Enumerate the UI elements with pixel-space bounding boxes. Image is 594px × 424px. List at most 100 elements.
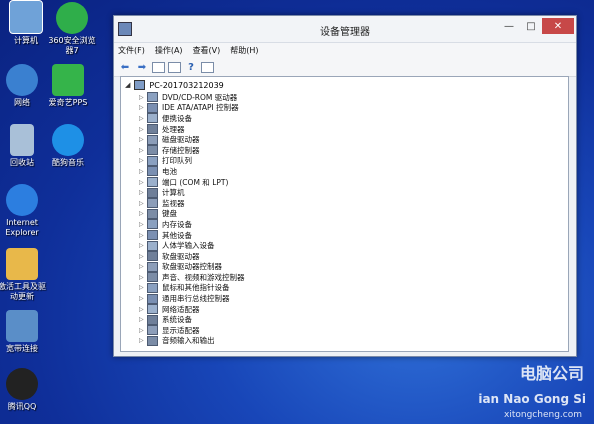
tree-item[interactable]: ▷ DVD/CD-ROM 驱动器 xyxy=(139,92,245,103)
device-manager-window: 设备管理器 — □ ✕ 文件(F) 操作(A) 查看(V) 帮助(H) ⬅ ➡ … xyxy=(113,15,577,357)
watermark-pinyin: ian Nao Gong Si xyxy=(478,392,586,406)
tree-item[interactable]: ▷ 人体学输入设备 xyxy=(139,240,245,251)
desktop-icon-kugou[interactable]: 酷狗音乐 xyxy=(42,124,94,168)
tree-item[interactable]: ▷ 键盘 xyxy=(139,208,245,220)
tree-item[interactable]: ▷ 便携设备 xyxy=(139,113,245,124)
expand-triangle-icon[interactable]: ▷ xyxy=(139,126,147,133)
tree-root[interactable]: ◢ PC-201703212039 xyxy=(125,80,224,90)
tree-item-label: 键盘 xyxy=(162,209,177,219)
expand-triangle-icon[interactable]: ▷ xyxy=(139,104,147,111)
expand-triangle-icon[interactable]: ▷ xyxy=(139,232,147,239)
activation-tool-icon xyxy=(6,248,38,280)
expand-triangle-icon[interactable]: ▷ xyxy=(139,200,147,207)
menu-action[interactable]: 操作(A) xyxy=(155,45,183,56)
desktop-icon-recycle-bin[interactable]: 回收站 xyxy=(0,124,48,168)
tree-item[interactable]: ▷ 内存设备 xyxy=(139,219,245,230)
recycle-bin-icon xyxy=(10,124,34,156)
expand-triangle-icon[interactable]: ▷ xyxy=(139,337,147,344)
expand-triangle-icon[interactable]: ▷ xyxy=(139,168,147,175)
desktop-icon-qq[interactable]: 腾讯QQ xyxy=(0,368,48,412)
expand-triangle-icon[interactable]: ▷ xyxy=(139,94,147,101)
desktop-icon-computer[interactable]: 计算机 xyxy=(0,0,52,46)
expand-triangle-icon[interactable]: ▷ xyxy=(139,221,147,228)
tree-item[interactable]: ▷ 电池 xyxy=(139,166,245,177)
tree-item-label: 处理器 xyxy=(162,124,185,134)
tree-item[interactable]: ▷ 系统设备 xyxy=(139,314,245,325)
minimize-button[interactable]: — xyxy=(498,18,520,34)
tree-item[interactable]: ▷ 通用串行总线控制器 xyxy=(139,293,245,304)
tree-item[interactable]: ▷ 鼠标和其他指针设备 xyxy=(139,282,245,294)
tree-item[interactable]: ▷ 存储控制器 xyxy=(139,145,245,156)
desktop-icon-label: 计算机 xyxy=(14,36,38,45)
expand-triangle-icon[interactable]: ▷ xyxy=(139,295,147,302)
tree-item[interactable]: ▷ 计算机 xyxy=(139,187,245,198)
tree-item[interactable]: ▷ 软盘驱动器 xyxy=(139,251,245,262)
tree-item-label: 鼠标和其他指针设备 xyxy=(162,283,230,293)
expand-triangle-icon[interactable]: ▷ xyxy=(139,284,147,291)
toolbar: ⬅ ➡ ? xyxy=(114,58,576,77)
tree-item[interactable]: ▷ 打印队列 xyxy=(139,155,245,167)
tree-item[interactable]: ▷ 软盘驱动器控制器 xyxy=(139,261,245,273)
maximize-button[interactable]: □ xyxy=(520,18,542,34)
tree-item-label: 端口 (COM 和 LPT) xyxy=(162,177,229,187)
desktop-icon-label: 360安全浏览器7 xyxy=(48,36,96,55)
menu-help[interactable]: 帮助(H) xyxy=(230,45,258,56)
menu-view[interactable]: 查看(V) xyxy=(193,45,221,56)
device-category-icon xyxy=(147,335,158,346)
desktop-icon-360-browser[interactable]: 360安全浏览器7 xyxy=(46,2,98,56)
desktop-icon-broadband[interactable]: 宽带连接 xyxy=(0,310,48,354)
back-arrow-icon[interactable]: ⬅ xyxy=(118,61,132,73)
expand-triangle-icon[interactable]: ▷ xyxy=(139,242,147,249)
expand-triangle-icon[interactable]: ▷ xyxy=(139,253,147,260)
list-view-icon[interactable] xyxy=(168,61,181,73)
expand-triangle-icon[interactable]: ▷ xyxy=(139,327,147,334)
scan-hardware-icon[interactable] xyxy=(201,61,214,73)
tree-item[interactable]: ▷ 网络适配器 xyxy=(139,304,245,315)
expand-triangle-icon[interactable]: ▷ xyxy=(139,189,147,196)
tree-item-label: 音频输入和输出 xyxy=(162,336,215,346)
computer-icon xyxy=(9,0,43,34)
title-bar[interactable]: 设备管理器 — □ ✕ xyxy=(114,16,576,43)
tree-item[interactable]: ▷ 监视器 xyxy=(139,198,245,209)
expand-triangle-icon[interactable]: ▷ xyxy=(139,210,147,217)
expand-triangle-icon[interactable]: ▷ xyxy=(139,263,147,270)
tree-item[interactable]: ▷ 声音、视频和游戏控制器 xyxy=(139,272,245,283)
desktop-icon-ie[interactable]: Internet Explorer xyxy=(0,184,48,238)
expand-triangle-icon[interactable]: ▷ xyxy=(139,115,147,122)
browser-360-icon xyxy=(56,2,88,34)
menu-file[interactable]: 文件(F) xyxy=(118,45,145,56)
expand-triangle-icon[interactable]: ▷ xyxy=(139,306,147,313)
tree-item[interactable]: ▷ 音频输入和输出 xyxy=(139,335,245,347)
device-category-icon xyxy=(147,219,158,230)
tree-item[interactable]: ▷ 端口 (COM 和 LPT) xyxy=(139,177,245,188)
network-icon xyxy=(6,64,38,96)
device-tree: ◢ PC-201703212039 ▷ DVD/CD-ROM 驱动器 ▷ IDE AT… xyxy=(120,76,569,352)
ie-icon xyxy=(6,184,38,216)
forward-arrow-icon[interactable]: ➡ xyxy=(135,61,149,73)
expand-triangle-icon[interactable]: ▷ xyxy=(139,147,147,154)
tree-item[interactable]: ▷ 磁盘驱动器 xyxy=(139,134,245,145)
expand-triangle-icon[interactable]: ▷ xyxy=(139,157,147,164)
tree-item[interactable]: ▷ 其他设备 xyxy=(139,230,245,241)
window-controls: — □ ✕ xyxy=(498,18,574,34)
desktop-icon-iqiyi[interactable]: 爱奇艺PPS xyxy=(42,64,94,108)
tree-item-label: 其他设备 xyxy=(162,230,192,240)
properties-icon[interactable] xyxy=(152,61,165,73)
menu-bar: 文件(F) 操作(A) 查看(V) 帮助(H) xyxy=(114,43,576,58)
tree-item[interactable]: ▷ IDE ATA/ATAPI 控制器 xyxy=(139,102,245,114)
collapse-triangle-icon[interactable]: ◢ xyxy=(125,81,130,89)
expand-triangle-icon[interactable]: ▷ xyxy=(139,179,147,186)
tree-item[interactable]: ▷ 显示适配器 xyxy=(139,325,245,336)
tree-item-label: 电池 xyxy=(162,166,177,176)
close-button[interactable]: ✕ xyxy=(542,18,574,34)
tree-items: ▷ DVD/CD-ROM 驱动器 ▷ IDE ATA/ATAPI 控制器 ▷ 便携设备 ▷ 处… xyxy=(139,92,245,346)
tree-item[interactable]: ▷ 处理器 xyxy=(139,124,245,135)
expand-triangle-icon[interactable]: ▷ xyxy=(139,136,147,143)
help-icon[interactable]: ? xyxy=(184,61,198,73)
tree-item-label: 软盘驱动器 xyxy=(162,251,200,261)
expand-triangle-icon[interactable]: ▷ xyxy=(139,274,147,281)
expand-triangle-icon[interactable]: ▷ xyxy=(139,316,147,323)
desktop-icon-activation-tool[interactable]: 激活工具及驱动更新 xyxy=(0,248,48,302)
device-category-icon xyxy=(147,240,158,251)
desktop-icon-network[interactable]: 网络 xyxy=(0,64,48,108)
